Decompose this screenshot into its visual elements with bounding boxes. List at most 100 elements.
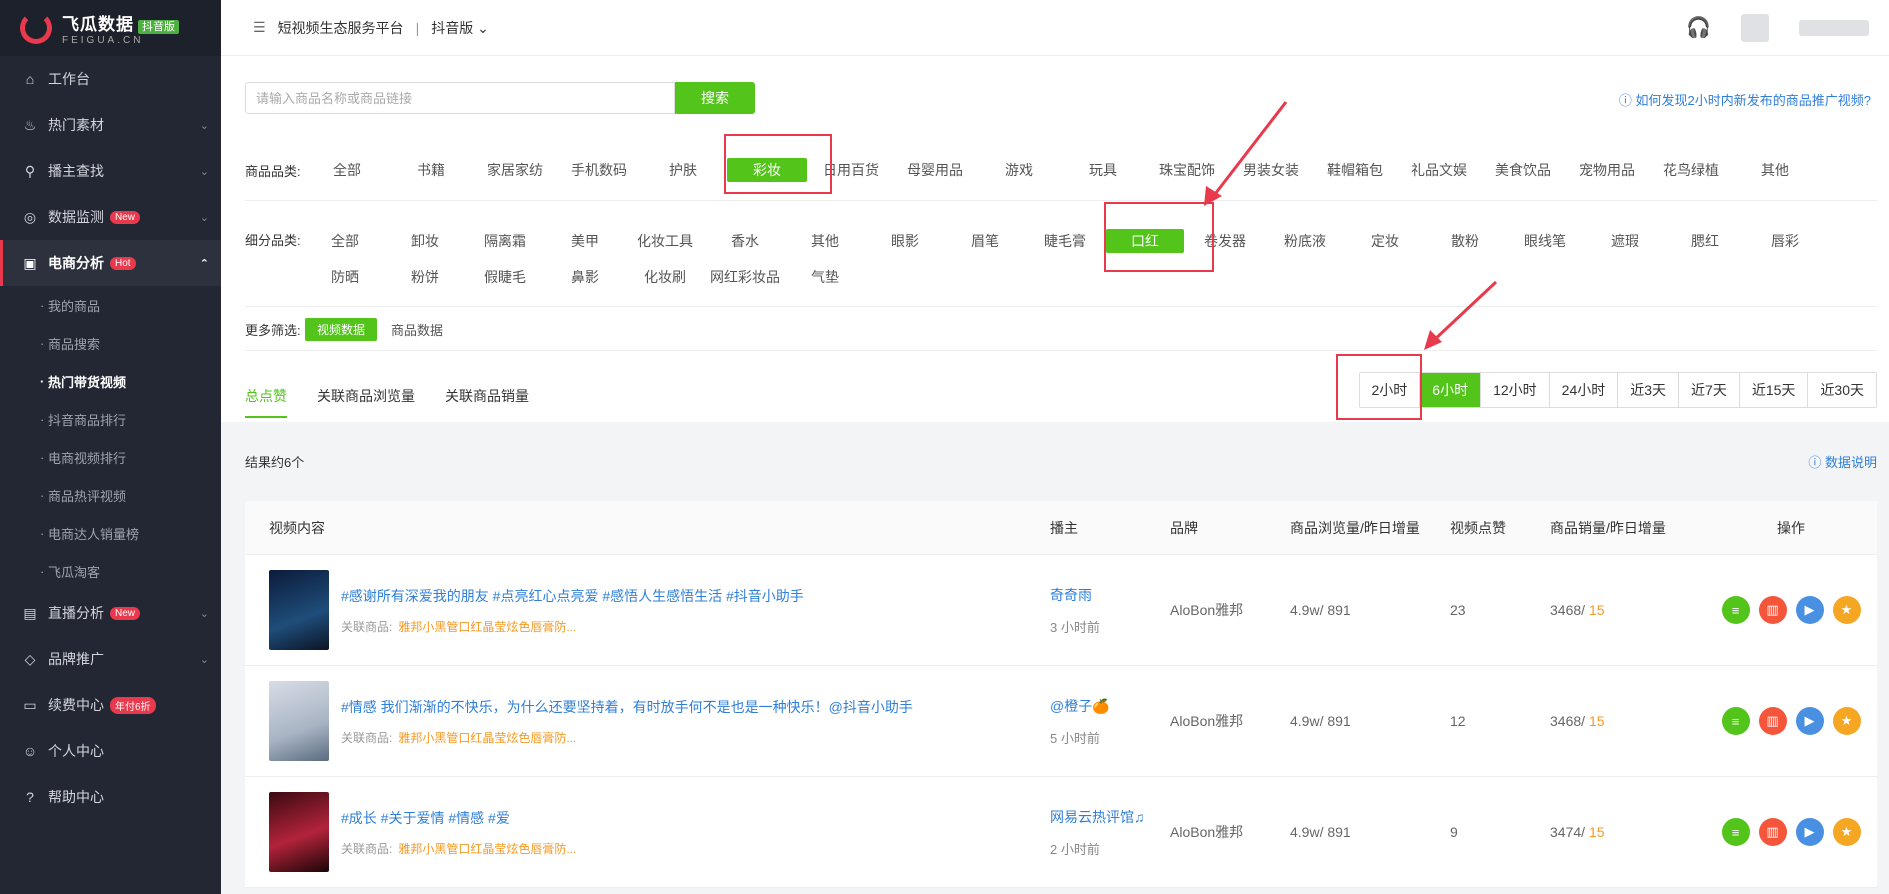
detail-list-icon[interactable]: ≡ — [1721, 596, 1750, 624]
subcategory-chip[interactable]: 化妆工具 — [625, 229, 705, 253]
detail-list-icon[interactable]: ≡ — [1721, 818, 1750, 846]
category-chip[interactable]: 礼品文娱 — [1397, 158, 1481, 182]
product-data-option[interactable]: 商品数据 — [391, 320, 443, 339]
category-chip[interactable]: 手机数码 — [557, 158, 641, 182]
subcategory-chip[interactable]: 气垫 — [785, 265, 865, 289]
tab-total-likes[interactable]: 总点赞 — [245, 386, 287, 418]
video-title[interactable]: #感谢所有深爱我的朋友 #点亮红心点亮爱 #感悟人生感悟生活 #抖音小助手 — [341, 586, 804, 606]
subcategory-chip[interactable]: 网红彩妆品 — [705, 265, 785, 289]
subcategory-chip[interactable]: 防晒 — [305, 265, 385, 289]
table-row[interactable]: #感谢所有深爱我的朋友 #点亮红心点亮爱 #感悟人生感悟生活 #抖音小助手 关联商… — [245, 555, 1877, 666]
category-chip[interactable]: 其他 — [1733, 158, 1817, 182]
subcategory-chip[interactable]: 眉笔 — [945, 229, 1025, 253]
sidebar-item-help[interactable]: ? 帮助中心 — [0, 774, 221, 820]
sidebar-item-anchor-search[interactable]: ⚲ 播主查找 ⌄ — [0, 148, 221, 194]
play-icon[interactable]: ▶ — [1795, 707, 1824, 735]
subcategory-chip[interactable]: 眼线笔 — [1505, 229, 1585, 253]
sidebar-item-profile[interactable]: ☺ 个人中心 — [0, 728, 221, 774]
shop-icon[interactable]: ▥ — [1758, 596, 1787, 624]
avatar[interactable] — [1741, 13, 1769, 42]
category-chip[interactable]: 花鸟绿植 — [1649, 158, 1733, 182]
subcategory-chip[interactable]: 假睫毛 — [465, 265, 545, 289]
category-chip[interactable]: 玩具 — [1061, 158, 1145, 182]
subcategory-chip[interactable]: 唇彩 — [1745, 229, 1825, 253]
time-range-option[interactable]: 近7天 — [1679, 373, 1740, 407]
related-product-link[interactable]: 雅邦小黑管口红晶莹炫色唇膏防... — [398, 842, 576, 856]
shop-icon[interactable]: ▥ — [1758, 707, 1787, 735]
anchor-name[interactable]: 奇奇雨 — [1050, 585, 1170, 605]
video-data-option[interactable]: 视频数据 — [305, 318, 378, 341]
shop-icon[interactable]: ▥ — [1758, 818, 1787, 846]
version-switcher[interactable]: 抖音版 ⌄ — [431, 18, 489, 38]
logo[interactable]: 飞瓜数据 抖音版 FEIGUA.CN — [0, 0, 221, 56]
sidebar-item-live[interactable]: ▤ 直播分析 New ⌄ — [0, 590, 221, 636]
subcategory-chip[interactable]: 鼻影 — [545, 265, 625, 289]
subcategory-chip[interactable]: 睫毛膏 — [1025, 229, 1105, 253]
sidebar-sub-item[interactable]: · 电商达人销量榜 — [0, 514, 221, 552]
category-chip[interactable]: 家居家纺 — [473, 158, 557, 182]
subcategory-chip[interactable]: 隔离霜 — [465, 229, 545, 253]
subcategory-chip[interactable]: 香水 — [705, 229, 785, 253]
sidebar-sub-item[interactable]: · 商品搜索 — [0, 324, 221, 362]
video-thumbnail[interactable] — [269, 570, 329, 650]
tab-product-views[interactable]: 关联商品浏览量 — [317, 386, 415, 418]
time-range-option[interactable]: 12小时 — [1481, 373, 1550, 407]
subcategory-chip[interactable]: 腮红 — [1665, 229, 1745, 253]
related-product-link[interactable]: 雅邦小黑管口红晶莹炫色唇膏防... — [398, 620, 576, 634]
video-title[interactable]: #情感 我们渐渐的不快乐，为什么还要坚持着，有时放手何不是也是一种快乐！@抖音小… — [341, 697, 913, 717]
anchor-name[interactable]: @橙子🍊 — [1050, 696, 1170, 716]
search-button[interactable]: 搜索 — [675, 82, 755, 114]
time-range-option[interactable]: 近15天 — [1739, 373, 1809, 407]
subcategory-chip[interactable]: 定妆 — [1345, 229, 1425, 253]
sidebar-sub-item[interactable]: · 我的商品 — [0, 286, 221, 324]
sidebar-item-renew[interactable]: ▭ 续费中心 年付6折 — [0, 682, 221, 728]
category-chip[interactable]: 母婴用品 — [893, 158, 977, 182]
subcategory-chip[interactable]: 粉饼 — [385, 265, 465, 289]
menu-toggle-icon[interactable]: ☰ — [253, 19, 266, 36]
sidebar-item-monitor[interactable]: ◎ 数据监测 New ⌄ — [0, 194, 221, 240]
category-chip[interactable]: 美食饮品 — [1481, 158, 1565, 182]
detail-list-icon[interactable]: ≡ — [1721, 707, 1750, 735]
time-range-option[interactable]: 6小时 — [1420, 373, 1482, 407]
data-explain-link[interactable]: ⓘ 数据说明 — [1808, 452, 1877, 471]
subcategory-chip[interactable]: 全部 — [305, 229, 385, 253]
sidebar-sub-item[interactable]: · 商品热评视频 — [0, 476, 221, 514]
sidebar-sub-item[interactable]: · 飞瓜淘客 — [0, 552, 221, 590]
related-product-link[interactable]: 雅邦小黑管口红晶莹炫色唇膏防... — [398, 731, 576, 745]
sidebar-item-ecommerce[interactable]: ▣ 电商分析 Hot ⌃ — [0, 240, 221, 286]
anchor-name[interactable]: 网易云热评馆♫ — [1050, 807, 1170, 827]
time-range-option[interactable]: 24小时 — [1549, 373, 1619, 407]
sidebar-item-hot-material[interactable]: ♨ 热门素材 ⌄ — [0, 102, 221, 148]
star-icon[interactable]: ★ — [1832, 596, 1861, 624]
table-row[interactable]: #成长 #关于爱情 #情感 #爱 关联商品: 雅邦小黑管口红晶莹炫色唇膏防... 网易… — [245, 777, 1877, 888]
subcategory-chip[interactable]: 遮瑕 — [1585, 229, 1665, 253]
help-link[interactable]: ⓘ 如何发现2小时内新发布的商品推广视频? — [1619, 90, 1871, 109]
tab-product-sales[interactable]: 关联商品销量 — [445, 386, 529, 418]
time-range-option[interactable]: 近30天 — [1808, 373, 1876, 407]
subcategory-chip[interactable]: 粉底液 — [1265, 229, 1345, 253]
time-range-option[interactable]: 近3天 — [1618, 373, 1680, 407]
video-thumbnail[interactable] — [269, 792, 329, 872]
star-icon[interactable]: ★ — [1832, 707, 1861, 735]
sidebar-item-brand[interactable]: ◇ 品牌推广 ⌄ — [0, 636, 221, 682]
category-chip[interactable]: 游戏 — [977, 158, 1061, 182]
sidebar-sub-item[interactable]: · 电商视频排行 — [0, 438, 221, 476]
category-chip[interactable]: 珠宝配饰 — [1145, 158, 1229, 182]
category-chip[interactable]: 男装女装 — [1229, 158, 1313, 182]
subcategory-chip[interactable]: 散粉 — [1425, 229, 1505, 253]
video-thumbnail[interactable] — [269, 681, 329, 761]
sidebar-item-workbench[interactable]: ⌂ 工作台 — [0, 56, 221, 102]
subcategory-chip[interactable]: 美甲 — [545, 229, 625, 253]
table-row[interactable]: #情感 我们渐渐的不快乐，为什么还要坚持着，有时放手何不是也是一种快乐！@抖音小… — [245, 666, 1877, 777]
video-title[interactable]: #成长 #关于爱情 #情感 #爱 — [341, 808, 576, 828]
category-chip[interactable]: 全部 — [305, 158, 389, 182]
subcategory-chip[interactable]: 其他 — [785, 229, 865, 253]
subcategory-chip[interactable]: 卸妆 — [385, 229, 465, 253]
search-input[interactable] — [245, 82, 675, 114]
star-icon[interactable]: ★ — [1832, 818, 1861, 846]
category-chip[interactable]: 鞋帽箱包 — [1313, 158, 1397, 182]
category-chip[interactable]: 宠物用品 — [1565, 158, 1649, 182]
play-icon[interactable]: ▶ — [1795, 596, 1824, 624]
play-icon[interactable]: ▶ — [1795, 818, 1824, 846]
headset-icon[interactable]: 🎧 — [1686, 15, 1711, 40]
